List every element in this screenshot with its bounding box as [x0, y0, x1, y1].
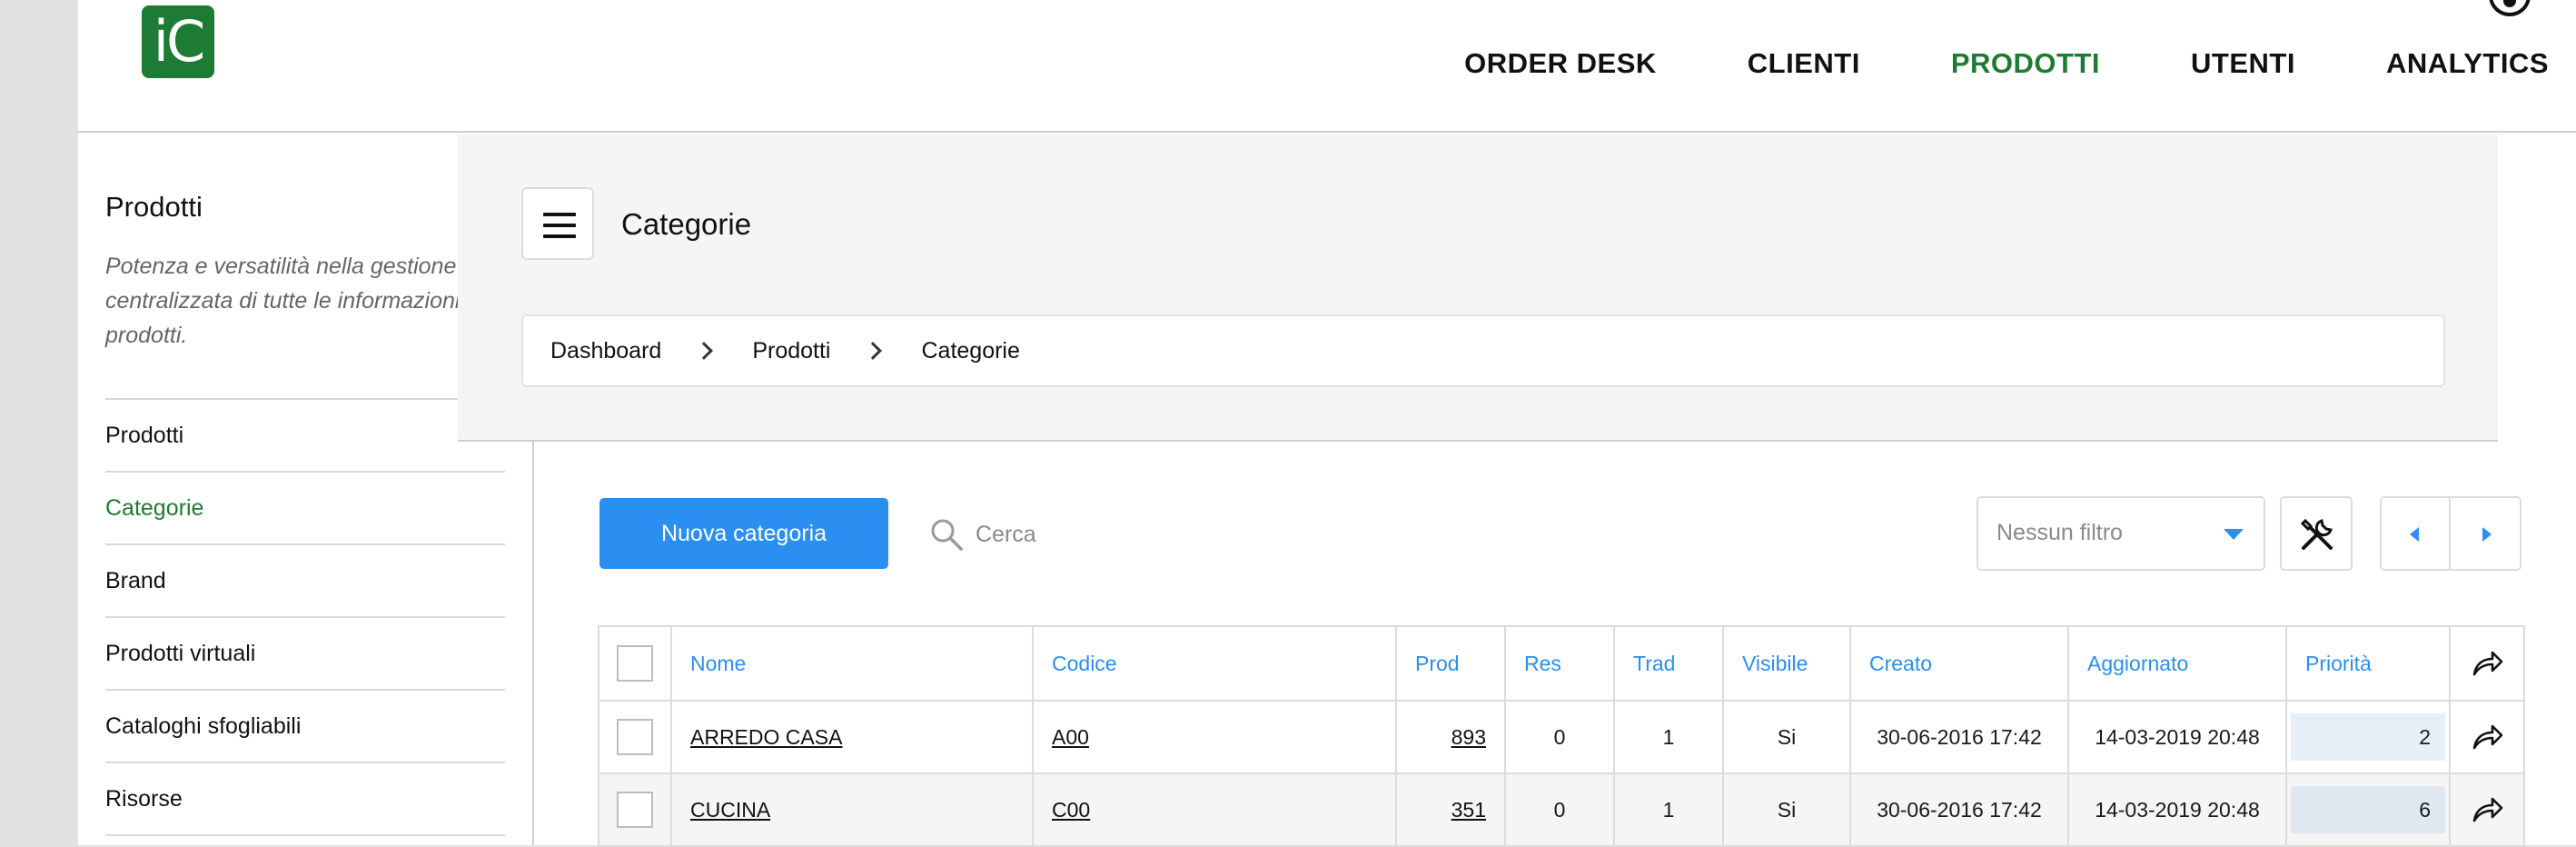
new-category-button[interactable]: Nuova categoria: [599, 498, 888, 569]
cell-res: 0: [1504, 700, 1615, 774]
row-checkbox[interactable]: [617, 719, 653, 755]
chevron-right-icon: [695, 342, 714, 360]
cell-prod: 351: [1395, 772, 1506, 847]
cell-codice: A00: [1032, 700, 1397, 774]
code-link[interactable]: C00: [1052, 798, 1090, 822]
select-all-checkbox[interactable]: [617, 645, 653, 682]
select-all-cell: [598, 625, 672, 702]
cell-aggiornato: 14-03-2019 20:48: [2067, 772, 2287, 847]
sidebar-item-risorse[interactable]: Risorse: [105, 763, 505, 836]
cell-res: 0: [1504, 772, 1615, 847]
cell-nome: CUCINA: [670, 772, 1034, 847]
share-icon[interactable]: [2469, 719, 2505, 755]
table-row: CUCINA C00 351 0 1 Si 30-06-2016 17:42 1…: [598, 772, 2525, 847]
page-title: Categorie: [621, 207, 752, 241]
sidebar-menu: Prodotti Categorie Brand Prodotti virtua…: [105, 398, 505, 836]
next-icon: [2482, 527, 2492, 542]
cell-codice: C00: [1032, 772, 1397, 847]
nav-utenti[interactable]: UTENTI: [2191, 47, 2295, 80]
prev-icon: [2410, 527, 2419, 542]
col-aggiornato[interactable]: Aggiornato: [2067, 625, 2287, 702]
col-codice[interactable]: Codice: [1032, 625, 1397, 702]
menu-toggle-button[interactable]: [521, 187, 594, 260]
cell-aggiornato: 14-03-2019 20:48: [2067, 700, 2287, 774]
table-row: ARREDO CASA A00 893 0 1 Si 30-06-2016 17…: [598, 700, 2525, 774]
filter-select-value: Nessun filtro: [1996, 520, 2123, 545]
code-link[interactable]: A00: [1052, 725, 1089, 749]
cell-priorita: 2: [2285, 700, 2451, 774]
cell-priorita: 6: [2285, 772, 2451, 847]
tools-button[interactable]: [2280, 496, 2353, 571]
nav-analytics[interactable]: ANALYTICS: [2386, 47, 2549, 80]
sidebar-item-brand[interactable]: Brand: [105, 545, 505, 618]
filter-select[interactable]: Nessun filtro: [1977, 496, 2265, 571]
main-nav: ORDER DESK CLIENTI PRODOTTI UTENTI ANALY…: [1464, 47, 2549, 80]
priority-value[interactable]: 2: [2291, 713, 2445, 761]
top-header: iC ORDER DESK CLIENTI PRODOTTI UTENTI AN…: [78, 0, 2576, 133]
cell-visibile: Si: [1722, 700, 1851, 774]
cell-creato: 30-06-2016 17:42: [1849, 700, 2069, 774]
col-creato[interactable]: Creato: [1849, 625, 2069, 702]
breadcrumb-dashboard[interactable]: Dashboard: [550, 338, 661, 364]
categories-table: Nome Codice Prod Res Trad Visibile Creat…: [598, 625, 2525, 847]
row-select-cell: [598, 772, 672, 847]
cell-share: [2449, 772, 2525, 847]
priority-value[interactable]: 6: [2291, 786, 2445, 833]
breadcrumb-categorie: Categorie: [921, 337, 1020, 364]
search-icon: [931, 519, 963, 551]
nav-order-desk[interactable]: ORDER DESK: [1464, 47, 1657, 80]
prod-count-link[interactable]: 893: [1451, 725, 1486, 749]
category-link[interactable]: CUCINA: [690, 798, 770, 822]
app-logo[interactable]: iC: [142, 5, 214, 78]
category-link[interactable]: ARREDO CASA: [690, 725, 842, 749]
page-header-area: Categorie Dashboard Prodotti Categorie: [458, 135, 2498, 442]
cell-nome: ARREDO CASA: [670, 700, 1034, 774]
cell-trad: 1: [1613, 772, 1724, 847]
sidebar-item-prodotti-virtuali[interactable]: Prodotti virtuali: [105, 618, 505, 691]
col-res[interactable]: Res: [1504, 625, 1615, 702]
tools-icon: [2300, 518, 2333, 550]
row-checkbox[interactable]: [617, 792, 653, 828]
menu-icon: [543, 213, 576, 216]
breadcrumb: Dashboard Prodotti Categorie: [521, 314, 2445, 387]
share-header-cell: [2449, 625, 2525, 702]
search-box: [928, 509, 1473, 560]
breadcrumb-prodotti[interactable]: Prodotti: [752, 338, 830, 364]
sidebar-description: Potenza e versatilità nella gestione cen…: [105, 254, 496, 348]
sidebar-item-categorie[interactable]: Categorie: [105, 473, 505, 545]
row-select-cell: [598, 700, 672, 774]
sidebar-item-prodotti[interactable]: Prodotti: [105, 400, 505, 473]
cell-trad: 1: [1613, 700, 1724, 774]
pager: [2380, 496, 2522, 571]
cell-creato: 30-06-2016 17:42: [1849, 772, 2069, 847]
sidebar-item-cataloghi-sfogliabili[interactable]: Cataloghi sfogliabili: [105, 691, 505, 763]
avatar-icon[interactable]: [2489, 0, 2531, 16]
share-icon[interactable]: [2469, 792, 2505, 828]
col-trad[interactable]: Trad: [1613, 625, 1724, 702]
nav-prodotti[interactable]: PRODOTTI: [1951, 47, 2100, 80]
prod-count-link[interactable]: 351: [1451, 798, 1486, 822]
share-icon[interactable]: [2469, 645, 2505, 682]
prev-page-button[interactable]: [2382, 498, 2451, 569]
cell-visibile: Si: [1722, 772, 1851, 847]
sidebar-title: Prodotti: [105, 191, 203, 223]
col-nome[interactable]: Nome: [670, 625, 1034, 702]
next-page-button[interactable]: [2452, 498, 2522, 569]
cell-prod: 893: [1395, 700, 1506, 774]
search-input[interactable]: [976, 509, 1430, 560]
chevron-right-icon: [864, 342, 883, 360]
caret-down-icon: [2224, 529, 2244, 540]
table-header-row: Nome Codice Prod Res Trad Visibile Creat…: [598, 625, 2525, 702]
nav-clienti[interactable]: CLIENTI: [1748, 47, 1860, 80]
col-priorita[interactable]: Priorità: [2285, 625, 2451, 702]
col-prod[interactable]: Prod: [1395, 625, 1506, 702]
col-visibile[interactable]: Visibile: [1722, 625, 1851, 702]
cell-share: [2449, 700, 2525, 774]
